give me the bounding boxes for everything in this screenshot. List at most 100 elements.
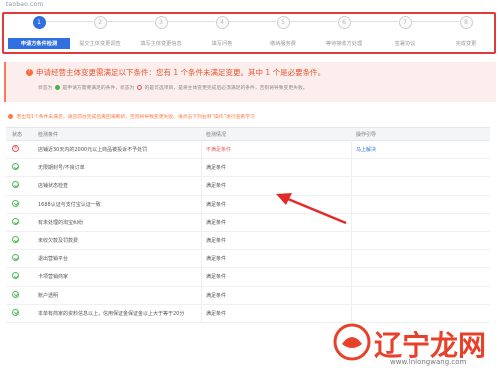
watermark-url: www.lnlongwang.com [390, 358, 467, 366]
site-tag: taobao.com [6, 1, 44, 8]
alert-legend: 状态为 是申请方需要满足的条件，状态为 的是可选项目，是将主体变更完成后必须满足… [38, 84, 308, 91]
step-label: 填写问卷 [211, 41, 233, 47]
watermark: 辽宁龙网 www.lnlongwang.com [330, 320, 495, 370]
column-divider [201, 213, 202, 231]
cross-icon [136, 85, 142, 90]
table-row: 1688认证与支付宝认证一致 满足条件 [6, 195, 490, 214]
result-cell: 满足条件 [206, 310, 227, 317]
condition-alert: ! 申请经营主体变更需满足以下条件：您有 1 个条件未满足变更。其中 1 个是必… [4, 62, 496, 102]
column-divider [351, 195, 352, 213]
step-number: 1 [32, 16, 46, 29]
tip-label: 若出现1个条件未满足，请您前往完成后再回来刷新，否则将导致变更失败。请点击下列右… [16, 115, 255, 120]
column-divider [351, 286, 352, 304]
table-row: 未收欠款及罚款费 满足条件 [6, 231, 490, 251]
result-cell: 满足条件 [206, 219, 227, 226]
column-divider [351, 177, 352, 195]
step-label: 完成变更 [455, 41, 477, 47]
check-circle-icon [12, 199, 19, 207]
warning-icon: ! [26, 69, 33, 76]
step-label: 签署协议 [394, 41, 416, 47]
step-number: 5 [276, 16, 290, 29]
info-icon [8, 114, 13, 119]
result-cell: 满足条件 [206, 237, 227, 244]
step-8: 8 完成变更 [435, 16, 497, 47]
column-divider [201, 250, 202, 268]
resolve-link[interactable]: 马上解决 [356, 146, 376, 153]
check-circle-icon [12, 308, 19, 316]
column-divider [351, 231, 352, 250]
step-number: 3 [154, 16, 168, 29]
column-divider [201, 141, 202, 159]
condition-cell: 本单有商家的资料信息以上，信用保证金保证金以上大于等于20分 [38, 310, 185, 317]
table-row: 账户透明 满足条件 [6, 286, 490, 305]
th-action: 操作引导 [356, 132, 377, 138]
result-cell: 满足条件 [206, 201, 227, 208]
condition-cell: 店铺近30天内的2000元以上商品被投诉不予处罚 [38, 147, 148, 153]
table-row: 店铺状态检查 满足条件 [6, 177, 490, 196]
alert-title: 申请经营主体变更需满足以下条件：您有 1 个条件未满足变更。其中 1 个是必要条… [36, 68, 326, 77]
column-divider [351, 213, 352, 231]
result-cell: 不满足条件 [206, 147, 232, 153]
th-status: 状态 [12, 132, 23, 138]
legend-prefix: 状态为 [38, 86, 53, 91]
step-number: 7 [398, 16, 412, 29]
condition-cell: 有未处理的淘宝纠纷 [38, 219, 84, 226]
condition-cell: 退出营销平台 [38, 256, 69, 263]
check-circle-icon [12, 235, 19, 243]
table-header: 状态 检测条件 检测情况 操作引导 [6, 127, 490, 141]
column-divider [201, 195, 202, 213]
column-divider [201, 268, 202, 286]
column-divider [201, 231, 202, 250]
step-label: 申请方条件检测 [8, 38, 70, 49]
cross-circle-icon [12, 144, 19, 152]
step-number: 8 [459, 16, 473, 29]
legend-mid: 是申请方需要满足的条件，状态为 [62, 86, 135, 91]
column-divider [351, 159, 352, 177]
result-cell: 满足条件 [206, 183, 227, 190]
watermark-logo-icon [333, 323, 371, 361]
check-circle-icon [12, 217, 19, 225]
table-row: 无限期封号/不良订单 满足条件 [6, 159, 490, 178]
result-cell: 满足条件 [206, 256, 227, 263]
check-circle-icon [12, 163, 19, 171]
result-cell: 满足条件 [206, 274, 227, 281]
column-divider [201, 177, 202, 195]
legend-suffix: 的是可选项目，是将主体变更完成后必须满足的条件，否则将导致变更失败。 [144, 86, 308, 91]
condition-cell: 账户透明 [38, 292, 59, 299]
column-divider [351, 141, 352, 159]
column-divider [351, 250, 352, 268]
table-row: 有未处理的淘宝纠纷 满足条件 [6, 213, 490, 232]
progress-stepper: 1 申请方条件检测 2 提交主体变更调查 3 填写主体变更信息 4 填写问卷 5 缴纳服务费 6 等待… [2, 12, 497, 54]
step-number: 4 [215, 16, 229, 29]
check-circle-icon [12, 181, 19, 189]
column-divider [201, 159, 202, 177]
column-divider [201, 304, 202, 322]
column-divider [351, 268, 352, 286]
check-circle-icon [12, 272, 19, 280]
condition-table: 状态 检测条件 检测情况 操作引导 店铺近30天内的2000元以上商品被投诉不予… [6, 127, 490, 323]
table-row: 卡项营销商家 满足条件 [6, 268, 490, 287]
condition-cell: 未收欠款及罚款费 [38, 237, 79, 244]
check-circle-icon [12, 290, 19, 298]
th-condition: 检测条件 [38, 132, 59, 138]
column-divider [201, 286, 202, 304]
check-circle-icon [12, 254, 19, 262]
result-cell: 满足条件 [206, 165, 227, 172]
condition-cell: 店铺状态检查 [38, 183, 69, 190]
step-label: 填写主体变更信息 [140, 41, 182, 47]
table-row: 店铺近30天内的2000元以上商品被投诉不予处罚 不满足条件 马上解决 [6, 141, 490, 160]
th-result: 检测情况 [206, 132, 227, 138]
step-number: 6 [337, 16, 351, 29]
red-arrow-annotation [276, 193, 347, 225]
step-number: 2 [93, 16, 107, 29]
condition-cell: 卡项营销商家 [38, 274, 69, 281]
condition-cell: 1688认证与支付宝认证一致 [38, 201, 101, 208]
tip-text: 若出现1个条件未满足，请您前往完成后再回来刷新，否则将导致变更失败。请点击下列右… [8, 113, 255, 120]
table-row: 退出营销平台 满足条件 [6, 250, 490, 269]
step-label: 提交主体变更调查 [79, 41, 121, 47]
step-label: 缴纳服务费 [270, 41, 296, 47]
check-icon [54, 85, 60, 90]
result-cell: 满足条件 [206, 292, 227, 299]
step-label: 等待接收方处理 [325, 41, 363, 47]
condition-cell: 无限期封号/不良订单 [38, 165, 85, 172]
